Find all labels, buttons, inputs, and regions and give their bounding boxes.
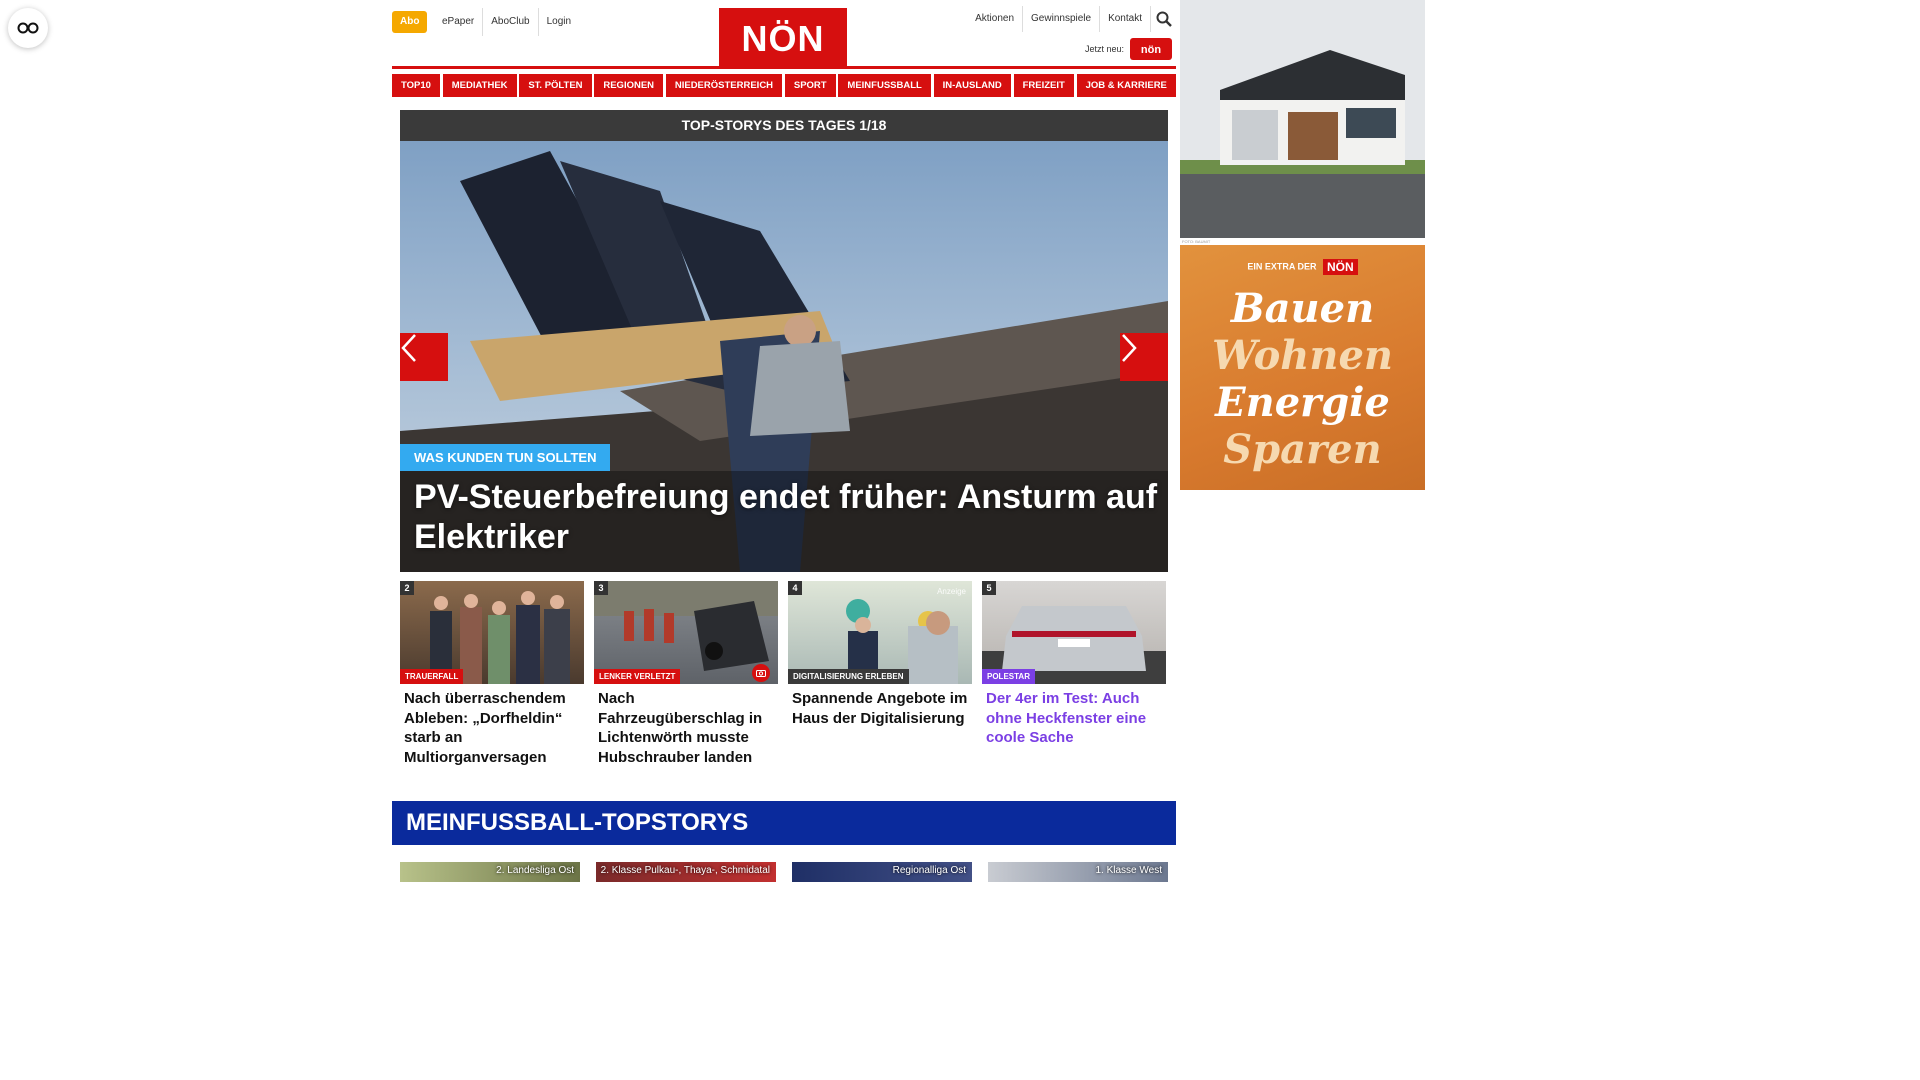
reader-mode-button[interactable] — [8, 8, 48, 48]
story-card[interactable]: 5 POLESTAR Der 4er im Test: Auch ohne He… — [982, 581, 1166, 767]
nav-item-in-ausland[interactable]: IN-AUSLAND — [933, 74, 1011, 97]
site-logo[interactable]: NÖN — [719, 8, 847, 68]
search-button[interactable] — [1150, 6, 1176, 32]
story-card[interactable]: 2 TRAUERFALL Nach überraschendem Ableben… — [400, 581, 584, 767]
ad-banner-house[interactable] — [1180, 0, 1425, 238]
meinfussball-card[interactable]: Regionalliga Ost — [792, 862, 972, 882]
glasses-icon — [17, 22, 39, 34]
hero-story[interactable]: WAS KUNDEN TUN SOLLTEN PV-Steuerbefreiun… — [400, 141, 1168, 572]
aktionen-link[interactable]: Aktionen — [967, 6, 1022, 32]
story-cards: 2 TRAUERFALL Nach überraschendem Ableben… — [400, 581, 1168, 767]
hero-kicker: WAS KUNDEN TUN SOLLTEN — [400, 444, 611, 471]
meinfussball-section-header[interactable]: MEINFUSSBALL-TOPSTORYS — [392, 801, 1176, 845]
story-card-image: 5 POLESTAR — [982, 581, 1166, 684]
story-card-rank: 5 — [982, 581, 996, 595]
ad-words: Bauen Wohnen Energie Sparen — [1180, 285, 1425, 473]
carousel-prev-button[interactable] — [400, 333, 448, 381]
gewinnspiele-link[interactable]: Gewinnspiele — [1022, 6, 1099, 32]
story-card[interactable]: 3 LENKER VERLETZT Nach Fahrzeugüberschla… — [594, 581, 778, 767]
ad-label: Anzeige — [937, 587, 966, 596]
abo-button[interactable]: Abo — [392, 11, 428, 33]
meinfussball-card[interactable]: 1. Klasse West — [988, 862, 1168, 882]
search-icon — [1156, 11, 1172, 27]
nav-item-st-poelten[interactable]: ST. PÖLTEN — [519, 74, 592, 97]
meinfussball-cards: 2. Landesliga Ost 2. Klasse Pulkau-, Tha… — [400, 862, 1168, 882]
main-nav: TOP10 MEDIATHEK ST. PÖLTEN REGIONEN NIED… — [392, 74, 1176, 97]
top-links-left: ePaper AboClub Login — [434, 8, 579, 36]
story-card[interactable]: 4 Anzeige DIGITALISIERUNG ERLEBEN Spanne… — [788, 581, 972, 767]
kleine-noen-logo[interactable]: nön — [1130, 38, 1172, 60]
camera-icon — [752, 664, 770, 682]
story-card-title[interactable]: Spannende Angebote im Haus der Digitalis… — [788, 684, 972, 728]
nav-item-job-karriere[interactable]: JOB & KARRIERE — [1076, 74, 1176, 97]
story-card-tag: POLESTAR — [982, 669, 1035, 684]
kontakt-link[interactable]: Kontakt — [1099, 6, 1150, 32]
nav-item-niederoesterreich[interactable]: NIEDERÖSTERREICH — [665, 74, 783, 97]
story-card-rank: 4 — [788, 581, 802, 595]
story-card-image: 4 Anzeige DIGITALISIERUNG ERLEBEN — [788, 581, 972, 684]
nav-item-regionen[interactable]: REGIONEN — [594, 74, 664, 97]
epaper-link[interactable]: ePaper — [434, 8, 482, 36]
ad-word: Bauen — [1230, 285, 1375, 332]
story-card-tag: LENKER VERLETZT — [594, 669, 681, 684]
top-links-right: Aktionen Gewinnspiele Kontakt — [967, 6, 1176, 32]
story-card-title[interactable]: Der 4er im Test: Auch ohne Heckfenster e… — [982, 684, 1166, 748]
ad-word: Energie — [1215, 379, 1390, 426]
ad-extra-label: EIN EXTRA DER — [1247, 261, 1317, 272]
story-card-tag: TRAUERFALL — [400, 669, 464, 684]
story-card-title[interactable]: Nach Fahrzeugüberschlag in Lichtenwörth … — [594, 684, 778, 767]
story-card-rank: 2 — [400, 581, 414, 595]
nav-item-meinfussball[interactable]: MEINFUSSBALL — [838, 74, 931, 97]
nav-item-sport[interactable]: SPORT — [784, 74, 836, 97]
league-label: Regionalliga Ost — [892, 865, 966, 876]
ad-photo-credit: FOTO: BAUMIT — [1182, 239, 1211, 244]
site-header: Abo ePaper AboClub Login NÖN Aktionen Ge… — [392, 0, 1176, 69]
league-label: 2. Landesliga Ost — [496, 865, 574, 876]
story-card-image: 3 LENKER VERLETZT — [594, 581, 778, 684]
meinfussball-card[interactable]: 2. Landesliga Ost — [400, 862, 580, 882]
login-link[interactable]: Login — [537, 8, 579, 36]
meinfussball-card[interactable]: 2. Klasse Pulkau-, Thaya-, Schmidatal — [596, 862, 776, 882]
header-divider — [392, 66, 1176, 69]
story-card-title[interactable]: Nach überraschendem Ableben: „Dorfheldin… — [400, 684, 584, 767]
story-card-image: 2 TRAUERFALL — [400, 581, 584, 684]
story-card-tag: DIGITALISIERUNG ERLEBEN — [788, 669, 909, 684]
nav-item-freizeit[interactable]: FREIZEIT — [1013, 74, 1074, 97]
nav-item-mediathek[interactable]: MEDIATHEK — [442, 74, 517, 97]
top-stories-header: TOP-STORYS DES TAGES 1/18 — [400, 110, 1168, 141]
hero-title[interactable]: PV-Steuerbefreiung endet früher: Ansturm… — [414, 477, 1159, 557]
chevron-right-icon — [1122, 334, 1137, 362]
chevron-left-icon — [401, 334, 416, 362]
ad-extra-logo: NÖN — [1323, 259, 1358, 275]
ad-word: Wohnen — [1211, 332, 1394, 379]
carousel-next-button[interactable] — [1120, 333, 1168, 381]
nav-item-top10[interactable]: TOP10 — [392, 74, 440, 97]
ad-word: Sparen — [1223, 426, 1382, 473]
ad-banner-bauen[interactable]: EIN EXTRA DER NÖN Bauen Wohnen Energie S… — [1180, 245, 1425, 490]
league-label: 2. Klasse Pulkau-, Thaya-, Schmidatal — [600, 865, 770, 876]
aboclub-link[interactable]: AboClub — [482, 8, 537, 36]
jetzt-neu: Jetzt neu: nön — [1085, 38, 1172, 60]
league-label: 1. Klasse West — [1095, 865, 1162, 876]
ad-extra-line: EIN EXTRA DER NÖN — [1180, 259, 1425, 275]
jetzt-neu-label: Jetzt neu: — [1084, 44, 1124, 54]
story-card-rank: 3 — [594, 581, 608, 595]
house-illustration — [1180, 0, 1425, 238]
